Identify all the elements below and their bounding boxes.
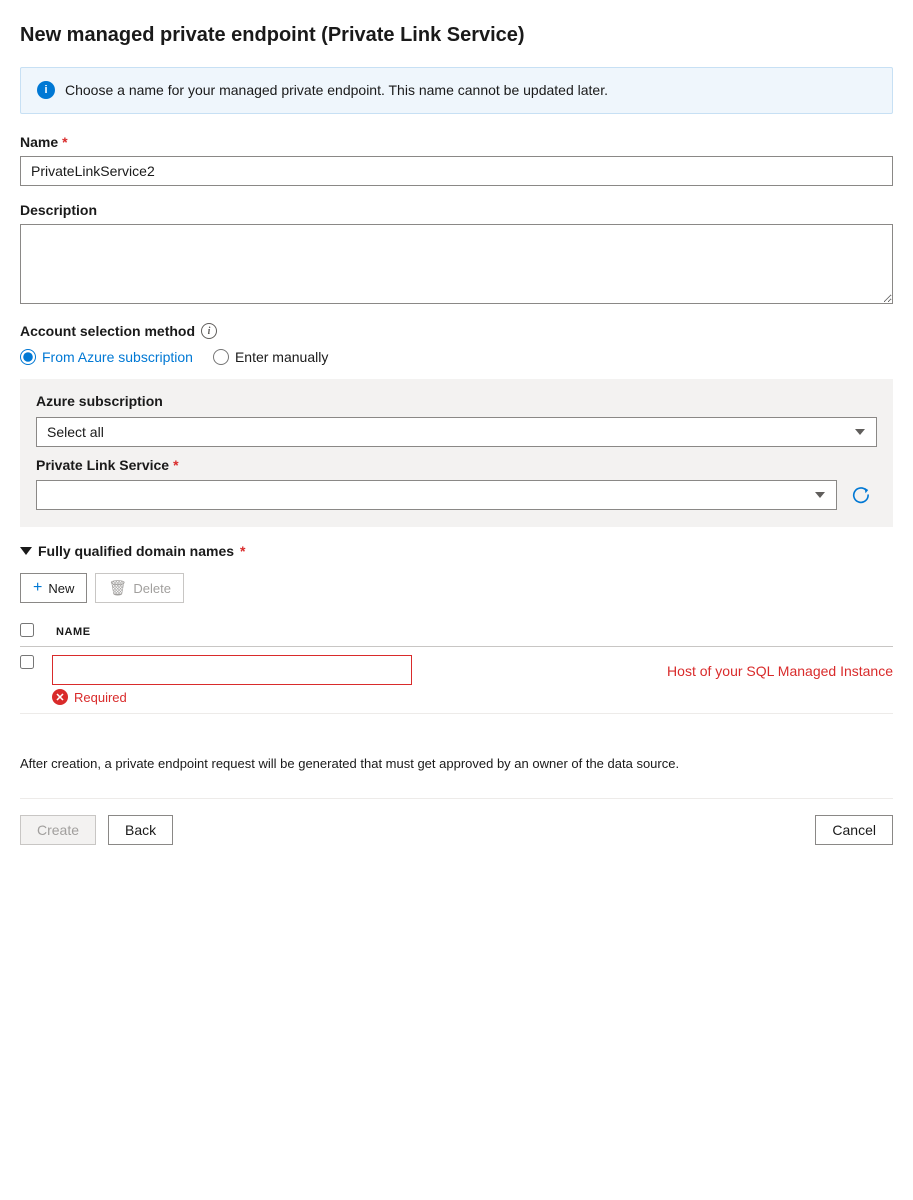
row-checkbox-cell [20,655,40,672]
info-banner-text: Choose a name for your managed private e… [65,80,608,101]
fqdn-required-star: * [240,543,245,559]
table-header-row: NAME [20,617,893,647]
radio-enter-manually-input[interactable] [213,349,229,365]
fqdn-section: Fully qualified domain names * + New 🗑 D… [20,543,893,714]
page-container: New managed private endpoint (Private Li… [0,0,913,865]
pls-label: Private Link Service * [36,457,877,473]
refresh-icon [852,486,870,504]
pls-select[interactable] [36,480,837,510]
info-banner: i Choose a name for your managed private… [20,67,893,114]
new-button[interactable]: + New [20,573,87,603]
host-hint: Host of your SQL Managed Instance [647,655,893,679]
subscription-select-wrapper: Select all [36,417,877,447]
page-title: New managed private endpoint (Private Li… [20,24,893,47]
collapse-icon [20,547,32,555]
radio-group: From Azure subscription Enter manually [20,349,893,365]
row-checkbox[interactable] [20,655,34,669]
table-row: ✕ Required Host of your SQL Managed Inst… [20,647,893,714]
radio-enter-manually-label: Enter manually [235,349,328,365]
error-row: ✕ Required [52,689,635,705]
subscription-select[interactable]: Select all [36,417,877,447]
account-selection-info-icon[interactable]: i [201,323,217,339]
fqdn-input-cell: ✕ Required [52,655,635,705]
name-label: Name * [20,134,893,150]
radio-from-azure[interactable]: From Azure subscription [20,349,193,365]
pls-field-group: Private Link Service * [36,457,877,511]
fqdn-table: NAME ✕ Required Host of your SQL Managed… [20,617,893,714]
name-required-star: * [62,134,67,150]
radio-from-azure-label: From Azure subscription [42,349,193,365]
error-text: Required [74,690,127,705]
header-checkbox-cell [20,623,40,640]
create-button: Create [20,815,96,845]
fqdn-input[interactable] [52,655,412,685]
account-selection-header: Account selection method i [20,323,893,339]
radio-from-azure-input[interactable] [20,349,36,365]
name-input[interactable] [20,156,893,186]
account-selection-section: Account selection method i From Azure su… [20,323,893,527]
header-checkbox[interactable] [20,623,34,637]
description-input[interactable] [20,224,893,304]
delete-icon: 🗑 [108,579,127,597]
plus-icon: + [33,579,42,597]
back-button[interactable]: Back [108,815,173,845]
fqdn-toolbar: + New 🗑 Delete [20,573,893,603]
radio-enter-manually[interactable]: Enter manually [213,349,328,365]
name-field-section: Name * [20,134,893,186]
pls-refresh-button[interactable] [845,479,877,511]
error-icon: ✕ [52,689,68,705]
pls-select-wrapper [36,480,837,510]
col-name-header: NAME [52,626,91,638]
cancel-button[interactable]: Cancel [815,815,893,845]
delete-button: 🗑 Delete [95,573,184,603]
description-label: Description [20,202,893,218]
info-icon: i [37,81,55,99]
subscription-section: Azure subscription Select all Private Li… [20,379,893,527]
fqdn-section-header: Fully qualified domain names * [20,543,893,559]
description-field-section: Description [20,202,893,307]
footer-text: After creation, a private endpoint reque… [20,754,893,774]
subscription-label: Azure subscription [36,393,877,409]
action-bar: Create Back Cancel [20,798,893,845]
pls-row [36,479,877,511]
pls-required-star: * [173,457,178,473]
